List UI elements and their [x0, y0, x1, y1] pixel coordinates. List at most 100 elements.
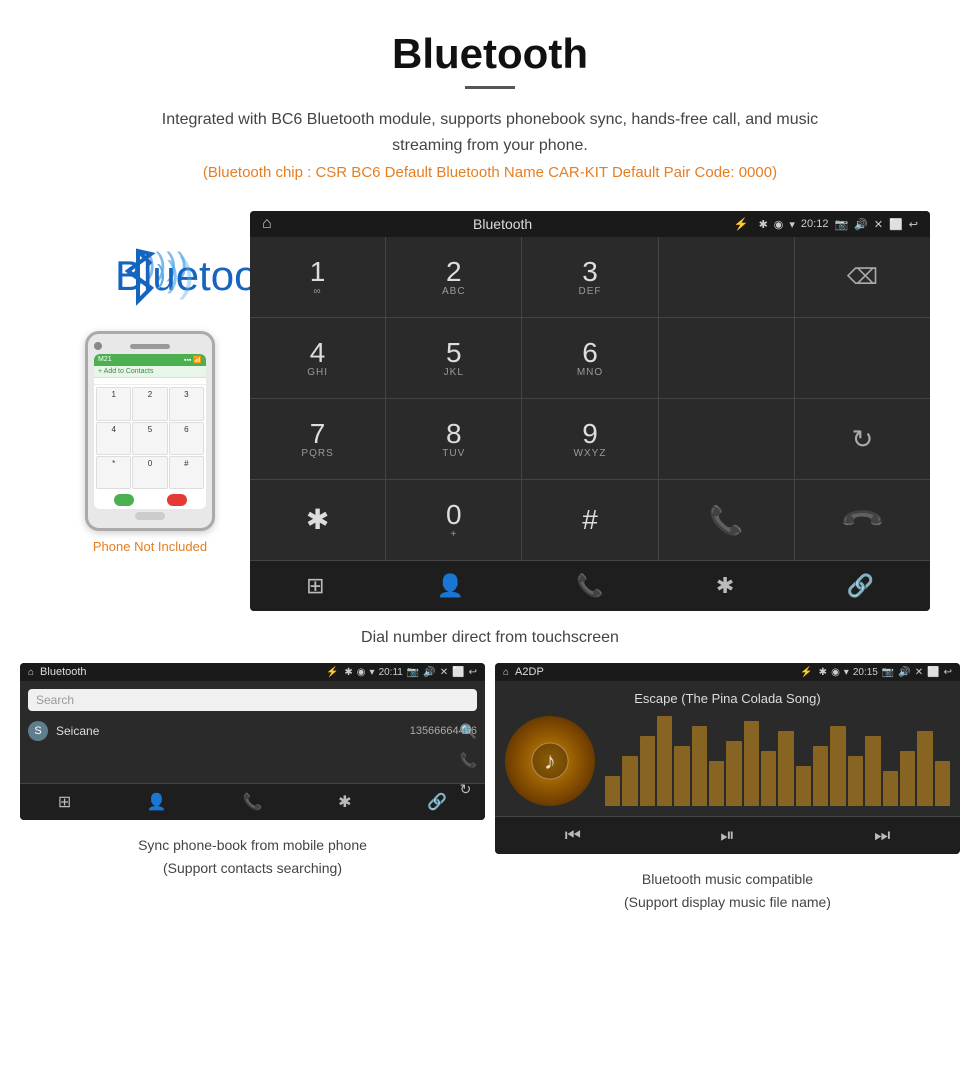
phone-key-1[interactable]: 1: [96, 387, 131, 420]
ms-usb-icon: ⚡: [800, 667, 812, 678]
camera-icon[interactable]: 📷: [834, 218, 848, 231]
dial-key-9[interactable]: 9 WXYZ: [522, 399, 657, 479]
dial-key-6[interactable]: 6 MNO: [522, 318, 657, 398]
ms-bt-icon: ✱: [819, 667, 827, 678]
phone-key-3[interactable]: 3: [169, 387, 204, 420]
dialpad-icon[interactable]: ⊞: [306, 573, 324, 599]
signal-arc-1: ): [157, 259, 166, 290]
window-icon[interactable]: ⬜: [889, 218, 903, 231]
dial-backspace-key[interactable]: ⌫: [795, 237, 930, 317]
viz-bar: [865, 736, 880, 806]
volume-icon[interactable]: 🔊: [854, 218, 868, 231]
phone-camera: [94, 342, 102, 350]
page-header: Bluetooth Integrated with BC6 Bluetooth …: [0, 0, 980, 211]
dial-key-7[interactable]: 7 PQRS: [250, 399, 385, 479]
play-pause-icon[interactable]: ⏯: [720, 825, 734, 846]
search-icon[interactable]: 🔍: [460, 723, 477, 740]
phone-key-star[interactable]: *: [96, 456, 131, 489]
viz-bar: [761, 751, 776, 806]
viz-bar: [900, 751, 915, 806]
android-screen-title: Bluetooth: [282, 216, 724, 232]
phone-signal: ▪▪▪ 📶: [184, 356, 202, 364]
bluetooth-bt-icon[interactable]: ✱: [716, 573, 734, 599]
viz-bar: [848, 756, 863, 806]
pb-refresh-icon[interactable]: ↻: [460, 781, 477, 798]
dial-key-5[interactable]: 5 JKL: [386, 318, 521, 398]
dial-key-8[interactable]: 8 TUV: [386, 399, 521, 479]
dial-end-key[interactable]: 📞: [795, 480, 930, 560]
dial-key-4[interactable]: 4 GHI: [250, 318, 385, 398]
android-usb-icon: ⚡: [734, 217, 749, 231]
specs-text: (Bluetooth chip : CSR BC6 Default Blueto…: [20, 164, 960, 181]
dial-key-star[interactable]: ✱: [250, 480, 385, 560]
pb-time: 20:11: [379, 667, 403, 678]
phone-key-6[interactable]: 6: [169, 422, 204, 455]
phone-key-0[interactable]: 0: [132, 456, 167, 489]
viz-bar: [813, 746, 828, 806]
signal-arc-3: ): [179, 247, 194, 301]
pb-win-icon: ⬜: [452, 667, 464, 678]
search-bar[interactable]: Search: [28, 689, 477, 711]
close-icon[interactable]: ✕: [874, 218, 883, 231]
pb-bt-icon: ✱: [344, 667, 352, 678]
add-contacts-bar: + Add to Contacts: [94, 366, 206, 378]
pb-usb-icon: ⚡: [326, 667, 338, 678]
viz-bar: [605, 776, 620, 806]
android-status-bar: ⌂ Bluetooth ⚡ ✱ ◉ ▾ 20:12 📷 🔊 ✕ ⬜ ↩: [250, 211, 930, 237]
phone-call-button[interactable]: [114, 494, 134, 506]
phonebook-screen: ⌂ Bluetooth ⚡ ✱ ◉ ▾ 20:11 📷 🔊 ✕ ⬜ ↩ Sear…: [20, 663, 485, 820]
pb-user-icon[interactable]: 👤: [147, 792, 167, 812]
phone-call-buttons: [94, 491, 206, 509]
end-call-icon: 📞: [838, 496, 886, 544]
phone-screen-header: M21 ▪▪▪ 📶: [94, 354, 206, 366]
phone-key-5[interactable]: 5: [132, 422, 167, 455]
dial-bottom-bar: ⊞ 👤 📞 ✱ 🔗: [250, 560, 930, 611]
ms-sig-icon: ▾: [844, 667, 849, 678]
dial-empty-2: [659, 318, 794, 398]
music-note-icon: ♪: [530, 741, 570, 781]
viz-bar: [935, 761, 950, 806]
pb-dialpad-icon[interactable]: ⊞: [58, 792, 71, 812]
svg-text:♪: ♪: [544, 748, 556, 775]
android-home-icon[interactable]: ⌂: [262, 215, 272, 233]
dial-call-key[interactable]: 📞: [659, 480, 794, 560]
pb-bottom-bar: ⊞ 👤 📞 ✱ 🔗: [20, 783, 485, 820]
pb-link-icon[interactable]: 🔗: [427, 792, 447, 812]
music-caption: Bluetooth music compatible(Support displ…: [624, 868, 831, 913]
dial-key-0[interactable]: 0 +: [386, 480, 521, 560]
bt-logo-svg: [113, 246, 163, 306]
phonebook-content: Search S Seicane 13566664466 🔍 📞 ↻: [20, 681, 485, 753]
phone-end-button[interactable]: [167, 494, 187, 506]
link-icon[interactable]: 🔗: [846, 573, 873, 599]
phone-icon[interactable]: 📞: [576, 573, 603, 599]
dial-key-3[interactable]: 3 DEF: [522, 237, 657, 317]
pb-phone-icon[interactable]: 📞: [243, 792, 263, 812]
pb-call-icon[interactable]: 📞: [460, 752, 477, 769]
next-track-icon[interactable]: ⏭: [874, 825, 890, 846]
phone-key-2[interactable]: 2: [132, 387, 167, 420]
phone-key-4[interactable]: 4: [96, 422, 131, 455]
viz-bar: [692, 726, 707, 806]
search-row: Search: [28, 689, 477, 717]
viz-bar: [726, 741, 741, 806]
phone-home-button[interactable]: [135, 512, 165, 520]
song-title: Escape (The Pina Colada Song): [634, 691, 820, 706]
contacts-icon[interactable]: 👤: [437, 573, 464, 599]
pb-sig-icon: ▾: [370, 667, 375, 678]
pb-bt-bottom-icon[interactable]: ✱: [338, 792, 351, 812]
prev-track-icon[interactable]: ⏮: [565, 825, 581, 846]
contact-row[interactable]: S Seicane 13566664466: [28, 717, 477, 745]
ms-win-icon: ⬜: [927, 667, 939, 678]
dial-key-1[interactable]: 1 ∞: [250, 237, 385, 317]
viz-bar: [709, 761, 724, 806]
viz-bar: [917, 731, 932, 806]
phone-key-hash[interactable]: #: [169, 456, 204, 489]
location-icon: ◉: [774, 218, 784, 231]
dial-key-hash[interactable]: #: [522, 480, 657, 560]
back-icon[interactable]: ↩: [909, 218, 918, 231]
dial-redial-key[interactable]: ↻: [795, 399, 930, 479]
main-content-area: )))) Bluetooth;⬗ ) ) ) M21: [0, 211, 980, 611]
viz-bar: [744, 721, 759, 806]
dial-key-2[interactable]: 2 ABC: [386, 237, 521, 317]
ms-back-icon: ↩: [944, 667, 952, 678]
